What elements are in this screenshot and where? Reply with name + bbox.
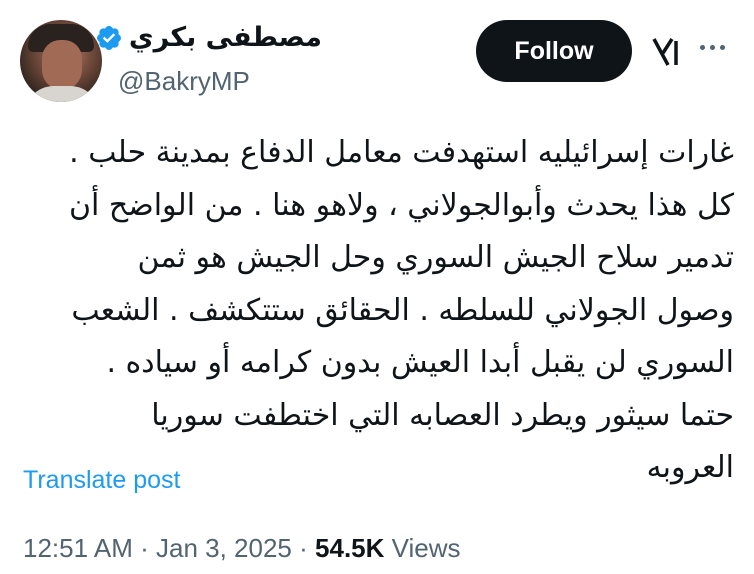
meta-separator: · — [140, 533, 149, 563]
tweet-text: غارات إسرائيليه استهدفت معامل الدفاع بمد… — [18, 127, 734, 495]
tweet-line: وصول الجولاني للسلطه . الحقائق ستتكشف . … — [71, 292, 734, 328]
author-name-row: مصطفى بكري — [95, 22, 322, 53]
views-count[interactable]: 54.5K — [315, 533, 384, 563]
avatar[interactable] — [20, 20, 102, 102]
avatar-shirt — [24, 86, 100, 102]
tweet-time[interactable]: 12:51 AM — [23, 533, 133, 563]
tweet-line: حتما سيثور ويطرد العصابه التي اختطفت سور… — [151, 397, 734, 433]
verified-badge-icon — [96, 25, 121, 50]
more-dot — [720, 45, 725, 50]
more-dot — [710, 45, 715, 50]
tweet-line: غارات إسرائيليه استهدفت معامل الدفاع بمد… — [69, 135, 734, 170]
meta-separator: · — [299, 533, 308, 563]
tweet-meta: 12:51 AM · Jan 3, 2025 · 54.5K Views — [23, 533, 461, 564]
author-name[interactable]: مصطفى بكري — [129, 22, 322, 53]
views-label: Views — [391, 533, 461, 563]
follow-button[interactable]: Follow — [476, 20, 632, 82]
translate-post-link[interactable]: Translate post — [23, 466, 180, 495]
tweet-date[interactable]: Jan 3, 2025 — [156, 533, 292, 563]
more-dot — [700, 45, 705, 50]
grok-icon[interactable] — [650, 35, 686, 67]
author-handle[interactable]: @BakryMP — [118, 66, 250, 97]
more-options-icon[interactable] — [700, 45, 725, 50]
tweet-line: تدمير سلاح الجيش السوري وحل الجيش هو ثمن — [137, 240, 734, 275]
tweet-line: السوري لن يقبل أبدا العيش بدون كرامه أو … — [106, 345, 734, 380]
avatar-face — [42, 40, 82, 90]
tweet-line: كل هذا يحدث وأبوالجولاني ، ولاهو هنا . م… — [68, 187, 734, 223]
